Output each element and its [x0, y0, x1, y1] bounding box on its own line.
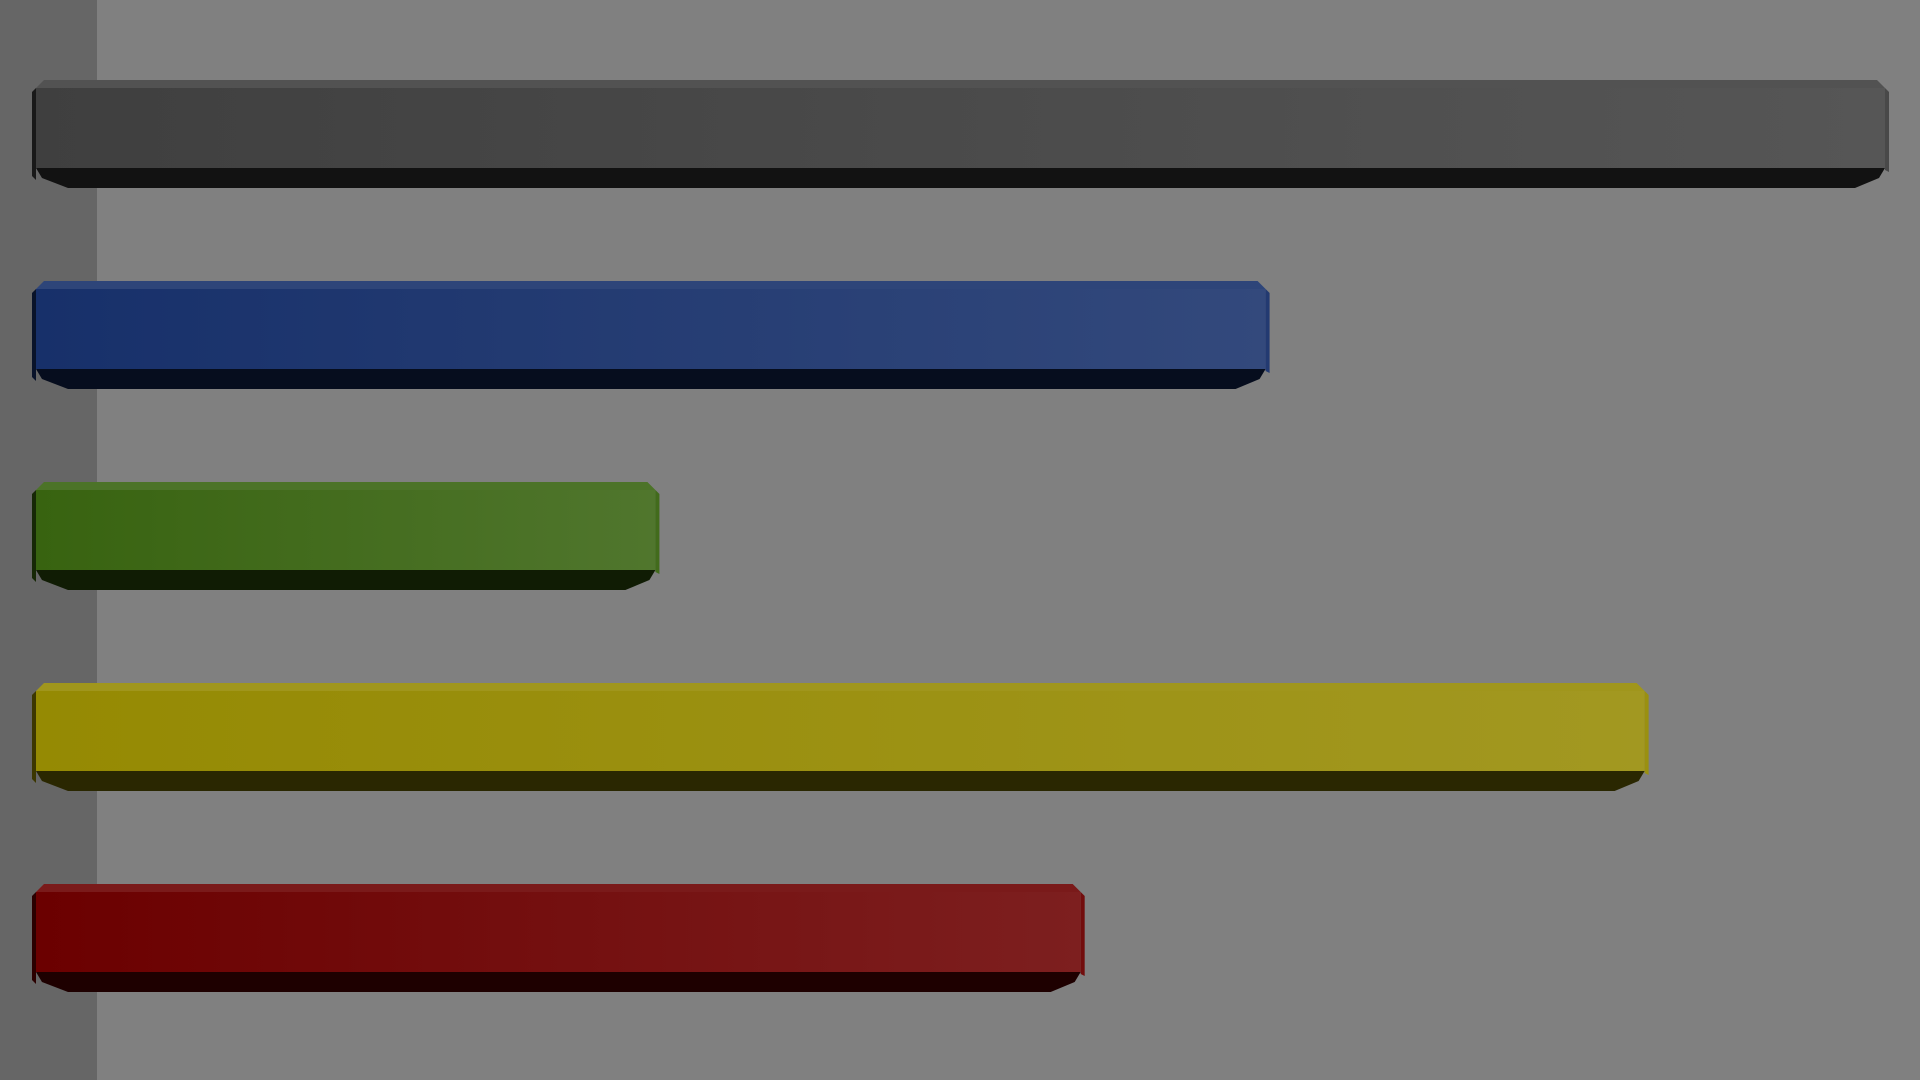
bar-4-right-cap [1644, 691, 1649, 775]
bar-5-bottom-face [36, 972, 1081, 992]
bar-3 [32, 482, 660, 590]
bar-5-top-face [36, 884, 1081, 892]
bar-3-top-face [36, 482, 656, 490]
bar-1-left-cap [32, 88, 36, 180]
bar-5 [32, 884, 1085, 992]
bar-4-front-face [36, 691, 1645, 771]
bar-2-right-cap [1265, 289, 1270, 373]
bar-1 [32, 80, 1889, 188]
bar-4-top-face [36, 683, 1645, 691]
bar-1-bottom-face [36, 168, 1885, 188]
bar-5-left-cap [32, 892, 36, 984]
bar-4-left-cap [32, 691, 36, 783]
bar-1-front-face [36, 88, 1885, 168]
bar-5-right-cap [1080, 892, 1085, 976]
bar-2-bottom-face [36, 369, 1266, 389]
bar-1-top-face [36, 80, 1885, 88]
bar-3-left-cap [32, 490, 36, 582]
bar-chart [0, 0, 1920, 1080]
bar-3-right-cap [655, 490, 660, 574]
bar-1-right-cap [1885, 88, 1889, 172]
chart-stage [0, 0, 1920, 1080]
bar-3-bottom-face [36, 570, 656, 590]
bar-2-front-face [36, 289, 1266, 369]
bar-4-bottom-face [36, 771, 1645, 791]
bar-3-front-face [36, 490, 656, 570]
bar-2-left-cap [32, 289, 36, 381]
bar-5-front-face [36, 892, 1081, 972]
bar-4 [32, 683, 1649, 791]
bar-2-top-face [36, 281, 1266, 289]
bar-2 [32, 281, 1270, 389]
